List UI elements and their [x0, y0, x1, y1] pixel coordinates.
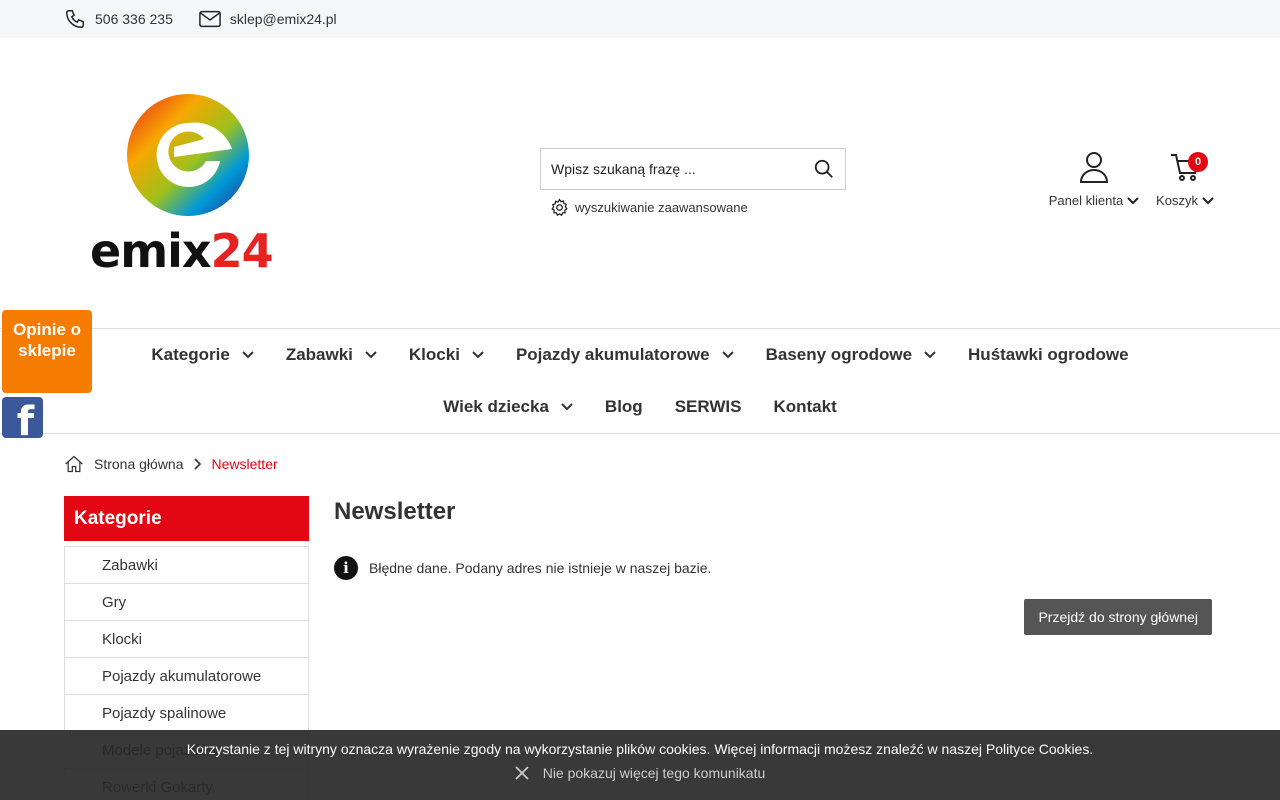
search-input[interactable]	[541, 149, 803, 189]
chevron-down-icon	[365, 351, 377, 359]
logo-text: emix24	[90, 224, 274, 278]
sidebar-title: Kategorie	[64, 496, 309, 541]
nav-item-baseny-ogrodowe[interactable]: Baseny ogrodowe	[766, 345, 936, 365]
nav-item-label: Kategorie	[151, 345, 230, 364]
cookie-dismiss-button[interactable]: Nie pokazuj więcej tego komunikatu	[0, 765, 1280, 781]
gear-icon	[551, 198, 568, 217]
nav-item-label: SERWIS	[674, 397, 742, 416]
cookie-dismiss-label: Nie pokazuj więcej tego komunikatu	[542, 765, 766, 781]
breadcrumb-current: Newsletter	[211, 456, 278, 472]
cart-count-badge: 0	[1188, 152, 1208, 172]
nav-item-klocki[interactable]: Klocki	[409, 345, 484, 365]
top-bar: 506 336 235 sklep@emix24.pl	[0, 0, 1280, 38]
nav-item-wiek-dziecka[interactable]: Wiek dziecka	[443, 397, 573, 417]
sidebar-item-zabawki[interactable]: Zabawki	[65, 547, 308, 584]
nav-item-hustawki-ogrodowe[interactable]: Huśtawki ogrodowe	[968, 345, 1129, 365]
nav-item-label: Pojazdy akumulatorowe	[515, 345, 710, 364]
phone-number: 506 336 235	[95, 11, 173, 27]
chevron-down-icon	[472, 351, 484, 359]
sidebar-item-pojazdy-spalinowe[interactable]: Pojazdy spalinowe	[65, 695, 308, 732]
home-icon[interactable]	[64, 454, 84, 474]
nav-row-1: Kategorie Zabawki Klocki Pojazdy akumulator…	[0, 329, 1280, 381]
nav-item-serwis[interactable]: SERWIS	[675, 397, 742, 417]
user-icon	[1079, 152, 1109, 183]
nav-item-label: Baseny ogrodowe	[765, 345, 913, 364]
sidebar-item-gry[interactable]: Gry	[65, 584, 308, 621]
sidebar-item-klocki[interactable]: Klocki	[65, 621, 308, 658]
error-message: i Błędne dane. Podany adres nie istnieje…	[334, 556, 1212, 580]
chevron-right-icon	[193, 458, 201, 470]
sidebar-item-pojazdy-akumulatorowe[interactable]: Pojazdy akumulatorowe	[65, 658, 308, 695]
info-icon: i	[334, 556, 358, 580]
chevron-down-icon	[242, 351, 254, 359]
phone-icon	[66, 10, 84, 28]
chevron-down-icon	[561, 403, 573, 411]
breadcrumb-home[interactable]: Strona główna	[94, 456, 184, 472]
breadcrumb: Strona główna Newsletter	[64, 454, 278, 474]
nav-row-2: Wiek dziecka Blog SERWIS Kontakt	[0, 381, 1280, 433]
search-icon	[814, 159, 833, 178]
cart-menu[interactable]: 0 Koszyk	[1154, 151, 1216, 208]
email-contact[interactable]: sklep@emix24.pl	[199, 10, 337, 28]
nav-item-label: Huśtawki ogrodowe	[968, 345, 1129, 364]
nav-item-label: Zabawki	[285, 345, 353, 364]
nav-item-label: Klocki	[408, 345, 460, 364]
email-address: sklep@emix24.pl	[229, 11, 337, 27]
advanced-search-link[interactable]: wyszukiwanie zaawansowane	[550, 198, 748, 217]
account-menu[interactable]: Panel klienta	[1048, 151, 1140, 208]
main-content: Newsletter i Błędne dane. Podany adres n…	[334, 496, 1212, 635]
site-logo[interactable]: emix24	[90, 93, 290, 278]
mail-icon	[199, 10, 221, 28]
search-button[interactable]	[803, 149, 845, 189]
back-to-home-button[interactable]: Przejdź do strony głównej	[1024, 599, 1212, 635]
advanced-search-label: wyszukiwanie zaawansowane	[575, 200, 748, 215]
chevron-down-icon	[1127, 196, 1139, 204]
nav-item-kontakt[interactable]: Kontakt	[773, 397, 836, 417]
close-icon	[515, 766, 529, 780]
main-navigation: Kategorie Zabawki Klocki Pojazdy akumulator…	[0, 328, 1280, 434]
error-message-text: Błędne dane. Podany adres nie istnieje w…	[369, 560, 712, 576]
cookie-banner: Korzystanie z tej witryny oznacza wyraże…	[0, 730, 1280, 800]
chevron-down-icon	[1202, 196, 1214, 204]
chevron-down-icon	[721, 351, 734, 359]
cookie-text: Korzystanie z tej witryny oznacza wyraże…	[186, 741, 1094, 757]
chevron-down-icon	[924, 351, 936, 359]
nav-item-blog[interactable]: Blog	[605, 397, 643, 417]
nav-item-label: Kontakt	[773, 397, 837, 416]
logo-swirl-icon	[127, 94, 249, 216]
shop-reviews-button[interactable]: Opinie o sklepie	[2, 310, 92, 393]
header: emix24 wyszukiwanie zaawansowane Panel k…	[0, 38, 1280, 328]
nav-item-kategorie[interactable]: Kategorie	[151, 345, 254, 365]
nav-item-label: Blog	[604, 397, 643, 416]
account-label: Panel klienta	[1048, 193, 1124, 208]
nav-item-pojazdy-akumulatorowe[interactable]: Pojazdy akumulatorowe	[516, 345, 734, 365]
phone-contact[interactable]: 506 336 235	[64, 8, 173, 30]
nav-item-label: Wiek dziecka	[443, 397, 549, 416]
nav-item-zabawki[interactable]: Zabawki	[286, 345, 377, 365]
search-box	[540, 148, 846, 190]
facebook-icon: f	[16, 399, 35, 438]
cart-label: Koszyk	[1156, 193, 1198, 208]
page-title: Newsletter	[334, 498, 456, 525]
facebook-button[interactable]: f	[2, 397, 43, 438]
